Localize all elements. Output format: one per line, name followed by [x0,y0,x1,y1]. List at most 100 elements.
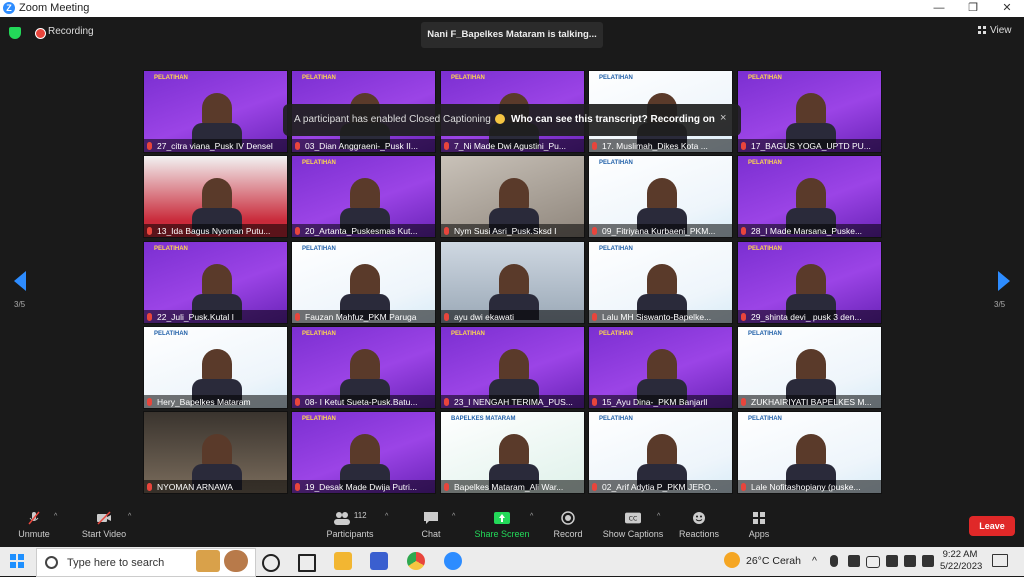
participant-video-tile[interactable]: ayu dwi ekawati [440,241,585,324]
zoom-taskbar-icon[interactable] [444,552,462,570]
muted-mic-icon [741,227,746,235]
participant-video-tile[interactable]: PELATIHAN 08- I Ketut Sueta-Pusk.Batu... [291,326,436,409]
reactions-smiley-icon [693,512,705,524]
muted-mic-icon [295,313,300,321]
tray-expand-caret[interactable]: ^ [812,555,817,567]
tray-app-icon[interactable] [848,555,860,567]
participant-video-tile[interactable]: PELATIHAN 09_Fitriyana Kurbaeni_PKM... [588,155,733,238]
chrome-icon[interactable] [407,552,425,570]
record-button[interactable]: Record [550,511,586,539]
share-options-caret[interactable]: ^ [530,513,533,520]
participant-video-tile[interactable]: PELATIHAN ZUKHAIRIYATI BAPELKES M... [737,326,882,409]
start-video-button[interactable]: Start Video [78,511,130,539]
muted-mic-icon [444,483,449,491]
microphone-tray-icon[interactable] [830,555,838,567]
participant-name-bar: ZUKHAIRIYATI BAPELKES M... [738,395,881,408]
closed-caption-notification: A participant has enabled Closed Caption… [283,104,741,136]
muted-mic-icon [444,313,449,321]
participant-video-feed [340,264,390,320]
participant-video-tile[interactable]: Nym Susi Asri_Pusk.Sksd I [440,155,585,238]
chat-options-caret[interactable]: ^ [452,513,455,520]
captions-options-caret[interactable]: ^ [657,513,660,520]
participant-video-tile[interactable]: PELATIHAN 23_I NENGAH TERIMA_PUS... [440,326,585,409]
file-explorer-icon[interactable] [334,552,352,570]
windows-start-icon[interactable] [10,554,24,568]
transcript-visibility-link[interactable]: Who can see this transcript? Recording o… [511,114,715,125]
muted-mic-icon [147,313,152,321]
close-notification-button[interactable]: × [720,112,726,124]
participant-video-tile[interactable]: PELATIHAN 02_Arif Adytia P_PKM JERO... [588,411,733,494]
participant-video-tile[interactable]: PELATIHAN 15_Ayu Dina-_PKM Banjarll [588,326,733,409]
recording-label: Recording [48,26,94,37]
participant-video-tile[interactable]: PELATIHAN 22_Juli_Pusk.Kutal I [143,241,288,324]
next-page-arrow-icon[interactable] [998,271,1010,291]
participant-video-tile[interactable]: PELATIHAN 17_BAGUS YOGA_UPTD PU... [737,70,882,153]
participant-name-bar: Bapelkes Mataram_Ali War... [441,480,584,493]
participant-name-bar: 02_Arif Adytia P_PKM JERO... [589,480,732,493]
apps-label: Apps [748,529,770,539]
page-indicator-left: 3/5 [14,300,26,309]
participant-video-tile[interactable]: PELATIHAN Hery_Bapelkes Mataram [143,326,288,409]
participants-options-caret[interactable]: ^ [385,513,388,520]
participant-video-tile[interactable]: PELATIHAN 29_shinta devi_ pusk 3 den... [737,241,882,324]
participant-video-tile[interactable]: PELATIHAN 20_Artanta_Puskesmas Kut... [291,155,436,238]
participant-video-tile[interactable]: PELATIHAN 28_I Made Marsana_Puske... [737,155,882,238]
show-captions-button[interactable]: CC Show Captions [602,511,664,539]
taskbar-search-box[interactable]: Type here to search [36,548,256,577]
participant-name-bar: 29_shinta devi_ pusk 3 den... [738,310,881,323]
participant-name: 02_Arif Adytia P_PKM JERO... [602,482,718,492]
share-screen-button[interactable]: Share Screen [472,511,532,539]
minimize-button[interactable]: — [922,0,956,17]
participant-video-tile[interactable]: 13_Ida Bagus Nyoman Putu... [143,155,288,238]
language-icon[interactable] [922,555,934,567]
chat-button[interactable]: Chat [414,511,448,539]
previous-page-arrow-icon[interactable] [14,271,26,291]
participant-video-tile[interactable]: PELATIHAN Fauzan Mahfuz_PKM Paruga [291,241,436,324]
view-label: View [990,25,1012,36]
unmute-button[interactable]: Unmute [12,511,56,539]
participant-video-feed [786,349,836,405]
network-icon[interactable] [886,555,898,567]
participant-video-feed [637,178,687,234]
participant-video-tile[interactable]: PELATIHAN Lale Nofitashopiany (puske... [737,411,882,494]
close-window-button[interactable]: ✕ [990,0,1024,17]
participant-name: Lalu MH Siswanto-Bapelke... [602,312,712,322]
participants-button[interactable]: 112 Participants [322,511,378,539]
windows-taskbar: Type here to search 26°C Cerah ^ 9:22 AM… [0,547,1024,577]
reactions-button[interactable]: Reactions [678,511,720,539]
meeting-stage: Recording Nani F_Bapelkes Mataram is tal… [0,17,1024,505]
muted-mic-icon [295,483,300,491]
muted-mic-icon [295,227,300,235]
tile-background-banner: PELATIHAN [302,416,336,422]
apps-button[interactable]: Apps [744,511,774,539]
muted-mic-icon [592,227,597,235]
participant-video-tile[interactable]: BAPELKES MATARAM Bapelkes Mataram_Ali War… [440,411,585,494]
app-icon[interactable] [370,552,388,570]
security-shield-icon[interactable] [9,27,21,39]
participant-video-tile[interactable]: PELATIHAN 19_Desak Made Dwija Putri... [291,411,436,494]
notification-center-icon[interactable] [992,554,1008,567]
participant-name: 28_I Made Marsana_Puske... [751,226,863,236]
participant-video-tile[interactable]: PELATIHAN 27_citra viana_Pusk IV Densel [143,70,288,153]
view-button[interactable]: View [978,25,1012,36]
taskbar-clock[interactable]: 9:22 AM 5/22/2023 [940,549,982,573]
participant-video-tile[interactable]: PELATIHAN Lalu MH Siswanto-Bapelke... [588,241,733,324]
volume-icon[interactable] [904,555,916,567]
maximize-button[interactable]: ❐ [956,0,990,17]
participant-video-feed [192,349,242,405]
leave-meeting-button[interactable]: Leave [969,516,1015,536]
closed-captions-icon: CC [625,512,641,524]
task-view-icon[interactable] [298,554,316,572]
weather-text: 26°C Cerah [746,555,801,567]
tile-background-banner: PELATIHAN [302,331,336,337]
video-options-caret[interactable]: ^ [128,513,131,520]
participant-name: ZUKHAIRIYATI BAPELKES M... [751,397,872,407]
audio-options-caret[interactable]: ^ [54,513,57,520]
participant-name: Fauzan Mahfuz_PKM Paruga [305,312,417,322]
battery-icon[interactable] [866,556,880,568]
muted-mic-icon [147,142,152,150]
start-video-label: Start Video [81,529,127,539]
cortana-icon[interactable] [262,554,280,572]
participant-name-bar: 28_I Made Marsana_Puske... [738,224,881,237]
participant-video-tile[interactable]: NYOMAN ARNAWA [143,411,288,494]
